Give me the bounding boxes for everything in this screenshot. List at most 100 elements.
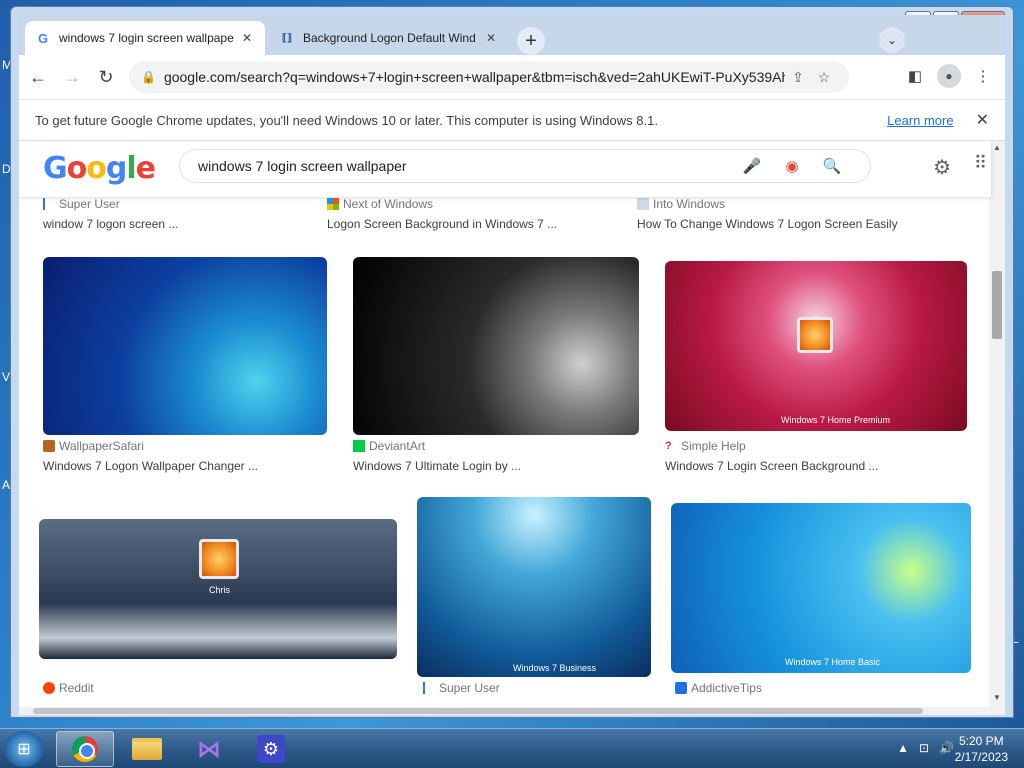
question-icon: ? bbox=[665, 440, 672, 452]
forward-button[interactable]: → bbox=[57, 62, 87, 92]
chrome-menu-icon[interactable]: ⋮ bbox=[969, 61, 997, 91]
result-source[interactable]: Reddit bbox=[43, 681, 94, 695]
folder-icon bbox=[132, 738, 162, 760]
result-title[interactable]: Windows 7 Ultimate Login by ... bbox=[353, 459, 521, 473]
new-tab-button[interactable]: + bbox=[517, 27, 545, 55]
close-infobar-icon[interactable]: ✕ bbox=[976, 110, 989, 130]
volume-icon[interactable]: 🔊 bbox=[939, 741, 954, 755]
horizontal-scrollbar-thumb[interactable] bbox=[33, 708, 923, 714]
chrome-icon bbox=[72, 736, 98, 762]
scroll-up-icon[interactable]: ▲ bbox=[989, 143, 1005, 152]
source-label: Super User bbox=[439, 681, 500, 695]
user-picture bbox=[797, 317, 833, 353]
result-source[interactable]: Next of Windows bbox=[327, 197, 433, 211]
source-label: Next of Windows bbox=[343, 197, 434, 211]
system-tray: ▲ ⊡ 🔊 bbox=[897, 741, 954, 755]
scroll-down-icon[interactable]: ▼ bbox=[989, 693, 1005, 702]
result-source[interactable]: Into Windows bbox=[637, 197, 725, 211]
result-title[interactable]: Windows 7 Logon Wallpaper Changer ... bbox=[43, 459, 258, 473]
result-thumbnail[interactable]: Chris bbox=[39, 519, 397, 659]
toolbar: ← → ↻ 🔒 google.com/search?q=windows+7+lo… bbox=[19, 55, 1005, 99]
user-picture bbox=[199, 539, 239, 579]
reload-button[interactable]: ↻ bbox=[91, 62, 121, 92]
close-tab-icon[interactable]: ✕ bbox=[239, 31, 255, 45]
google-header: Google windows 7 login screen wallpaper … bbox=[19, 141, 991, 197]
result-source[interactable]: Super User bbox=[43, 197, 120, 211]
site-favicon-icon: ⟦⟧ bbox=[282, 32, 292, 44]
search-icon[interactable]: 🔍 bbox=[812, 157, 852, 175]
source-label: WallpaperSafari bbox=[59, 439, 144, 453]
source-label: AddictiveTips bbox=[691, 681, 762, 695]
side-panel-icon[interactable]: ◧ bbox=[901, 61, 929, 91]
windows-edition-label: Windows 7 Home Premium bbox=[781, 415, 891, 425]
learn-more-link[interactable]: Learn more bbox=[887, 113, 953, 128]
tab-google-images[interactable]: G windows 7 login screen wallpape ✕ bbox=[25, 21, 265, 55]
scrollbar-thumb[interactable] bbox=[992, 271, 1002, 339]
source-label: Reddit bbox=[59, 681, 94, 695]
address-url[interactable]: google.com/search?q=windows+7+login+scre… bbox=[164, 69, 785, 85]
close-tab-icon[interactable]: ✕ bbox=[483, 31, 499, 45]
address-bar[interactable]: 🔒 google.com/search?q=windows+7+login+sc… bbox=[129, 61, 849, 93]
deviantart-icon bbox=[353, 440, 365, 452]
lens-icon[interactable]: ◉ bbox=[772, 157, 812, 175]
update-infobar: To get future Google Chrome updates, you… bbox=[19, 99, 1005, 141]
search-query[interactable]: windows 7 login screen wallpaper bbox=[198, 158, 732, 174]
logo-letter: e bbox=[135, 151, 156, 186]
tab-title: Background Logon Default Wind bbox=[303, 31, 476, 45]
taskbar-settings[interactable]: ⚙ bbox=[242, 731, 300, 767]
settings-gear-icon: ⚙ bbox=[257, 735, 285, 763]
share-icon[interactable]: ⇪ bbox=[785, 69, 811, 86]
back-button[interactable]: ← bbox=[23, 62, 53, 92]
taskbar-explorer[interactable] bbox=[118, 731, 176, 767]
network-icon[interactable]: ⊡ bbox=[919, 741, 929, 755]
result-title[interactable]: window 7 logon screen ... bbox=[43, 217, 178, 231]
superuser-icon bbox=[43, 198, 55, 210]
into-windows-icon bbox=[637, 198, 649, 210]
result-thumbnail[interactable]: Windows 7 Home Premium bbox=[665, 261, 967, 431]
result-source[interactable]: ? Simple Help bbox=[665, 439, 746, 453]
result-source[interactable]: WallpaperSafari bbox=[43, 439, 144, 453]
source-label: Super User bbox=[59, 197, 120, 211]
taskbar-visual-studio[interactable]: ⋈ bbox=[180, 731, 238, 767]
result-title[interactable]: Windows 7 Login Screen Background ... bbox=[665, 459, 878, 473]
result-source[interactable]: AddictiveTips bbox=[675, 681, 762, 695]
taskbar-chrome[interactable] bbox=[56, 731, 114, 767]
browser-frame: G windows 7 login screen wallpape ✕ ⟦⟧ B… bbox=[19, 15, 1005, 715]
tab-search-button[interactable]: ⌄ bbox=[879, 27, 905, 53]
chrome-window: ▁ ▢ ✕ G windows 7 login screen wallpape … bbox=[10, 6, 1014, 718]
clock-date: 2/17/2023 bbox=[954, 750, 1008, 764]
google-logo[interactable]: Google bbox=[43, 151, 156, 186]
bookmark-star-icon[interactable]: ☆ bbox=[811, 69, 837, 86]
result-source[interactable]: DeviantArt bbox=[353, 439, 425, 453]
result-thumbnail[interactable] bbox=[43, 257, 327, 435]
result-title[interactable]: Logon Screen Background in Windows 7 ... bbox=[327, 217, 557, 231]
result-title[interactable]: How To Change Windows 7 Logon Screen Eas… bbox=[637, 217, 898, 231]
tray-arrow-icon[interactable]: ▲ bbox=[897, 741, 909, 755]
source-label: DeviantArt bbox=[369, 439, 426, 453]
result-thumbnail[interactable]: Windows 7 Business bbox=[417, 497, 651, 677]
taskbar-clock[interactable]: 5:20 PM 2/17/2023 bbox=[955, 733, 1008, 765]
result-thumbnail[interactable]: Windows 7 Home Basic bbox=[671, 503, 971, 673]
addictivetips-icon bbox=[675, 682, 687, 694]
google-search-box[interactable]: windows 7 login screen wallpaper 🎤 ◉ 🔍 bbox=[179, 149, 871, 183]
wallpapersafari-icon bbox=[43, 440, 55, 452]
logo-letter: l bbox=[126, 151, 136, 186]
source-label: Simple Help bbox=[681, 439, 746, 453]
result-source[interactable]: Super User bbox=[423, 681, 500, 695]
apps-grid-icon[interactable]: ⠿ bbox=[974, 153, 987, 174]
gear-icon[interactable]: ⚙ bbox=[933, 155, 951, 180]
superuser-icon bbox=[423, 682, 435, 694]
tab-background-logon[interactable]: ⟦⟧ Background Logon Default Wind ✕ bbox=[269, 21, 509, 55]
tab-title: windows 7 login screen wallpape bbox=[59, 31, 234, 45]
horizontal-scrollbar[interactable] bbox=[19, 707, 1005, 715]
mic-icon[interactable]: 🎤 bbox=[732, 157, 772, 175]
logo-letter: g bbox=[105, 151, 128, 186]
profile-button[interactable]: ● bbox=[935, 61, 963, 91]
google-favicon-icon: G bbox=[37, 30, 49, 46]
result-thumbnail[interactable] bbox=[353, 257, 639, 435]
vertical-scrollbar[interactable]: ▲ ▼ bbox=[989, 141, 1005, 707]
start-button[interactable]: ⊞ bbox=[4, 731, 44, 767]
avatar-icon: ● bbox=[937, 64, 961, 88]
username-label: Chris bbox=[209, 585, 231, 595]
reddit-icon bbox=[43, 682, 55, 694]
